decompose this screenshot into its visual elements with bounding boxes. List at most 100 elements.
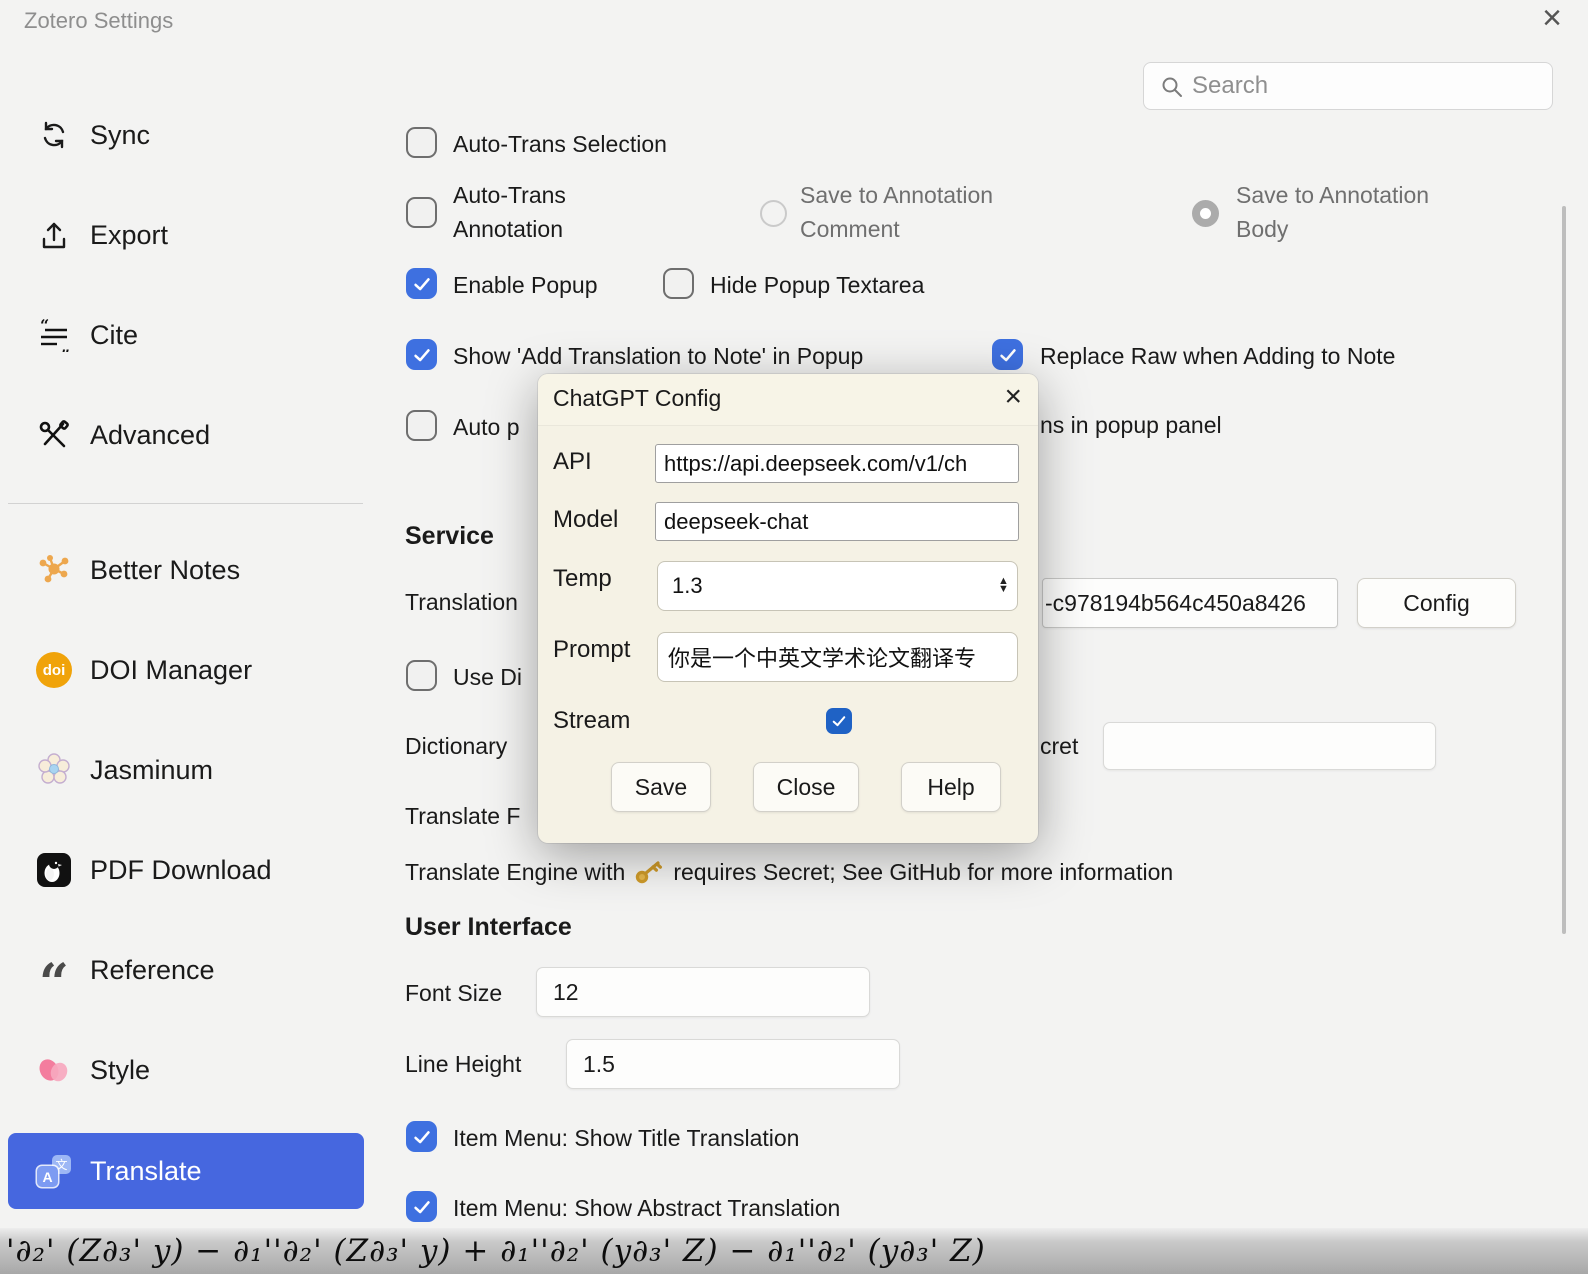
enable-popup-checkbox[interactable]: [406, 268, 437, 299]
popup-panel-label-fragment: ns in popup panel: [1040, 412, 1222, 439]
engine-note-pre: Translate Engine with: [405, 859, 625, 886]
temp-label: Temp: [553, 565, 612, 593]
config-button[interactable]: Config: [1357, 578, 1516, 628]
engine-note-post: requires Secret; See GitHub for more inf…: [673, 859, 1173, 886]
sidebar-item-sync[interactable]: Sync: [8, 110, 364, 160]
hide-popup-textarea-label: Hide Popup Textarea: [710, 268, 924, 302]
model-input[interactable]: [655, 502, 1019, 541]
content-scrollbar[interactable]: [1562, 206, 1566, 934]
replace-raw-checkbox[interactable]: [992, 339, 1023, 370]
secret-label-fragment: cret: [1040, 733, 1078, 760]
prompt-label: Prompt: [553, 636, 630, 664]
advanced-tools-icon: [32, 415, 76, 455]
hide-popup-textarea-checkbox[interactable]: [663, 268, 694, 299]
window-title: Zotero Settings: [24, 8, 173, 34]
sidebar-divider: [8, 503, 363, 504]
auto-popup-checkbox[interactable]: [406, 410, 437, 441]
sidebar-item-label: Jasminum: [90, 755, 213, 786]
jasminum-flower-icon: [32, 750, 76, 790]
translate-forms-label-fragment: Translate F: [405, 803, 520, 830]
checkmark-icon: [411, 1126, 433, 1148]
prompt-input[interactable]: [657, 632, 1018, 682]
service-heading: Service: [405, 522, 494, 551]
translate-icon-front-square: A: [37, 1166, 58, 1187]
font-size-input[interactable]: [536, 967, 870, 1017]
checkmark-icon: [997, 344, 1019, 366]
engine-note: Translate Engine with requires Secret; S…: [405, 858, 1173, 886]
search-input[interactable]: [1144, 63, 1552, 109]
item-menu-title-checkbox[interactable]: [406, 1121, 437, 1152]
enable-popup-label: Enable Popup: [453, 268, 598, 302]
doi-badge-icon: doi: [36, 652, 72, 688]
item-menu-abstract-checkbox[interactable]: [406, 1191, 437, 1222]
sidebar-item-export[interactable]: Export: [8, 210, 364, 260]
style-petals-icon: [32, 1050, 76, 1090]
sidebar-item-label: Cite: [90, 320, 138, 351]
svg-text:“: “: [40, 318, 49, 335]
item-menu-abstract-label: Item Menu: Show Abstract Translation: [453, 1191, 840, 1225]
dialog-close-icon[interactable]: ×: [1004, 380, 1022, 414]
temp-spinner[interactable]: ▲▼: [998, 577, 1009, 593]
checkmark-icon: [411, 1196, 433, 1218]
dialog-title: ChatGPT Config: [553, 385, 721, 412]
dictionary-secret-input[interactable]: [1103, 722, 1436, 770]
export-icon: [32, 215, 76, 255]
sidebar-item-reference[interactable]: “ Reference: [8, 945, 364, 995]
api-input[interactable]: [655, 444, 1019, 483]
background-pdf-formula: '∂₂' (Z∂₃' y) − ∂₁''∂₂' (Z∂₃' y) + ∂₁''∂…: [0, 1228, 1588, 1274]
use-dictionary-checkbox[interactable]: [406, 660, 437, 691]
cite-icon: “ „: [32, 315, 76, 355]
replace-raw-label: Replace Raw when Adding to Note: [1040, 339, 1395, 373]
api-label: API: [553, 448, 592, 476]
line-height-input[interactable]: [566, 1039, 900, 1089]
sidebar-item-label: PDF Download: [90, 855, 272, 886]
auto-trans-annotation-checkbox[interactable]: [406, 197, 437, 228]
save-to-annotation-comment-radio[interactable]: [760, 200, 787, 227]
sidebar-item-label: Export: [90, 220, 168, 251]
sidebar-item-label: Better Notes: [90, 555, 240, 586]
sidebar-item-translate[interactable]: 文 A Translate: [8, 1133, 364, 1209]
temp-input[interactable]: [657, 561, 1018, 611]
dictionary-label: Dictionary: [405, 733, 507, 760]
sidebar-item-advanced[interactable]: Advanced: [8, 410, 364, 460]
save-to-annotation-comment-label: Save to Annotation Comment: [800, 178, 993, 246]
sidebar-item-label: Translate: [90, 1156, 202, 1187]
stream-label: Stream: [553, 707, 630, 735]
auto-popup-label-fragment: Auto p: [453, 410, 520, 444]
item-menu-title-label: Item Menu: Show Title Translation: [453, 1121, 799, 1155]
sidebar-item-cite[interactable]: “ „ Cite: [8, 310, 364, 360]
show-add-translation-checkbox[interactable]: [406, 339, 437, 370]
sidebar-item-doi-manager[interactable]: doi DOI Manager: [8, 645, 364, 695]
sidebar-item-better-notes[interactable]: Better Notes: [8, 545, 364, 595]
translation-secret-input[interactable]: [1042, 578, 1338, 628]
line-height-label: Line Height: [405, 1051, 521, 1078]
zotero-settings-window: Zotero Settings × Sync Export “: [0, 0, 1588, 1274]
search-box: [1143, 62, 1553, 110]
sidebar-item-jasminum[interactable]: Jasminum: [8, 745, 364, 795]
key-icon: [634, 858, 664, 886]
close-button[interactable]: Close: [753, 762, 859, 812]
translation-label-fragment: Translation: [405, 589, 518, 616]
auto-trans-selection-label: Auto-Trans Selection: [453, 127, 667, 161]
reference-quote-icon: “: [39, 974, 69, 994]
window-close-icon[interactable]: ×: [1528, 0, 1576, 38]
sidebar-item-pdf-download[interactable]: PDF Download: [8, 845, 364, 895]
better-notes-molecule-icon: [32, 550, 76, 590]
use-dictionary-label-fragment: Use Di: [453, 660, 522, 694]
sidebar-item-style[interactable]: Style: [8, 1045, 364, 1095]
sidebar-item-label: Style: [90, 1055, 150, 1086]
sidebar-item-label: Reference: [90, 955, 215, 986]
pdf-download-penguin-icon: [37, 853, 71, 887]
stream-checkbox[interactable]: [826, 708, 852, 734]
save-button[interactable]: Save: [611, 762, 711, 812]
sidebar-item-label: Sync: [90, 120, 150, 151]
help-button[interactable]: Help: [901, 762, 1001, 812]
auto-trans-selection-checkbox[interactable]: [406, 127, 437, 158]
save-to-annotation-body-radio[interactable]: [1192, 200, 1219, 227]
sidebar-item-label: DOI Manager: [90, 655, 252, 686]
save-to-annotation-body-label: Save to Annotation Body: [1236, 178, 1429, 246]
svg-text:„: „: [61, 337, 70, 352]
font-size-label: Font Size: [405, 980, 502, 1007]
checkmark-icon: [411, 273, 433, 295]
auto-trans-annotation-label: Auto-Trans Annotation: [453, 178, 566, 246]
